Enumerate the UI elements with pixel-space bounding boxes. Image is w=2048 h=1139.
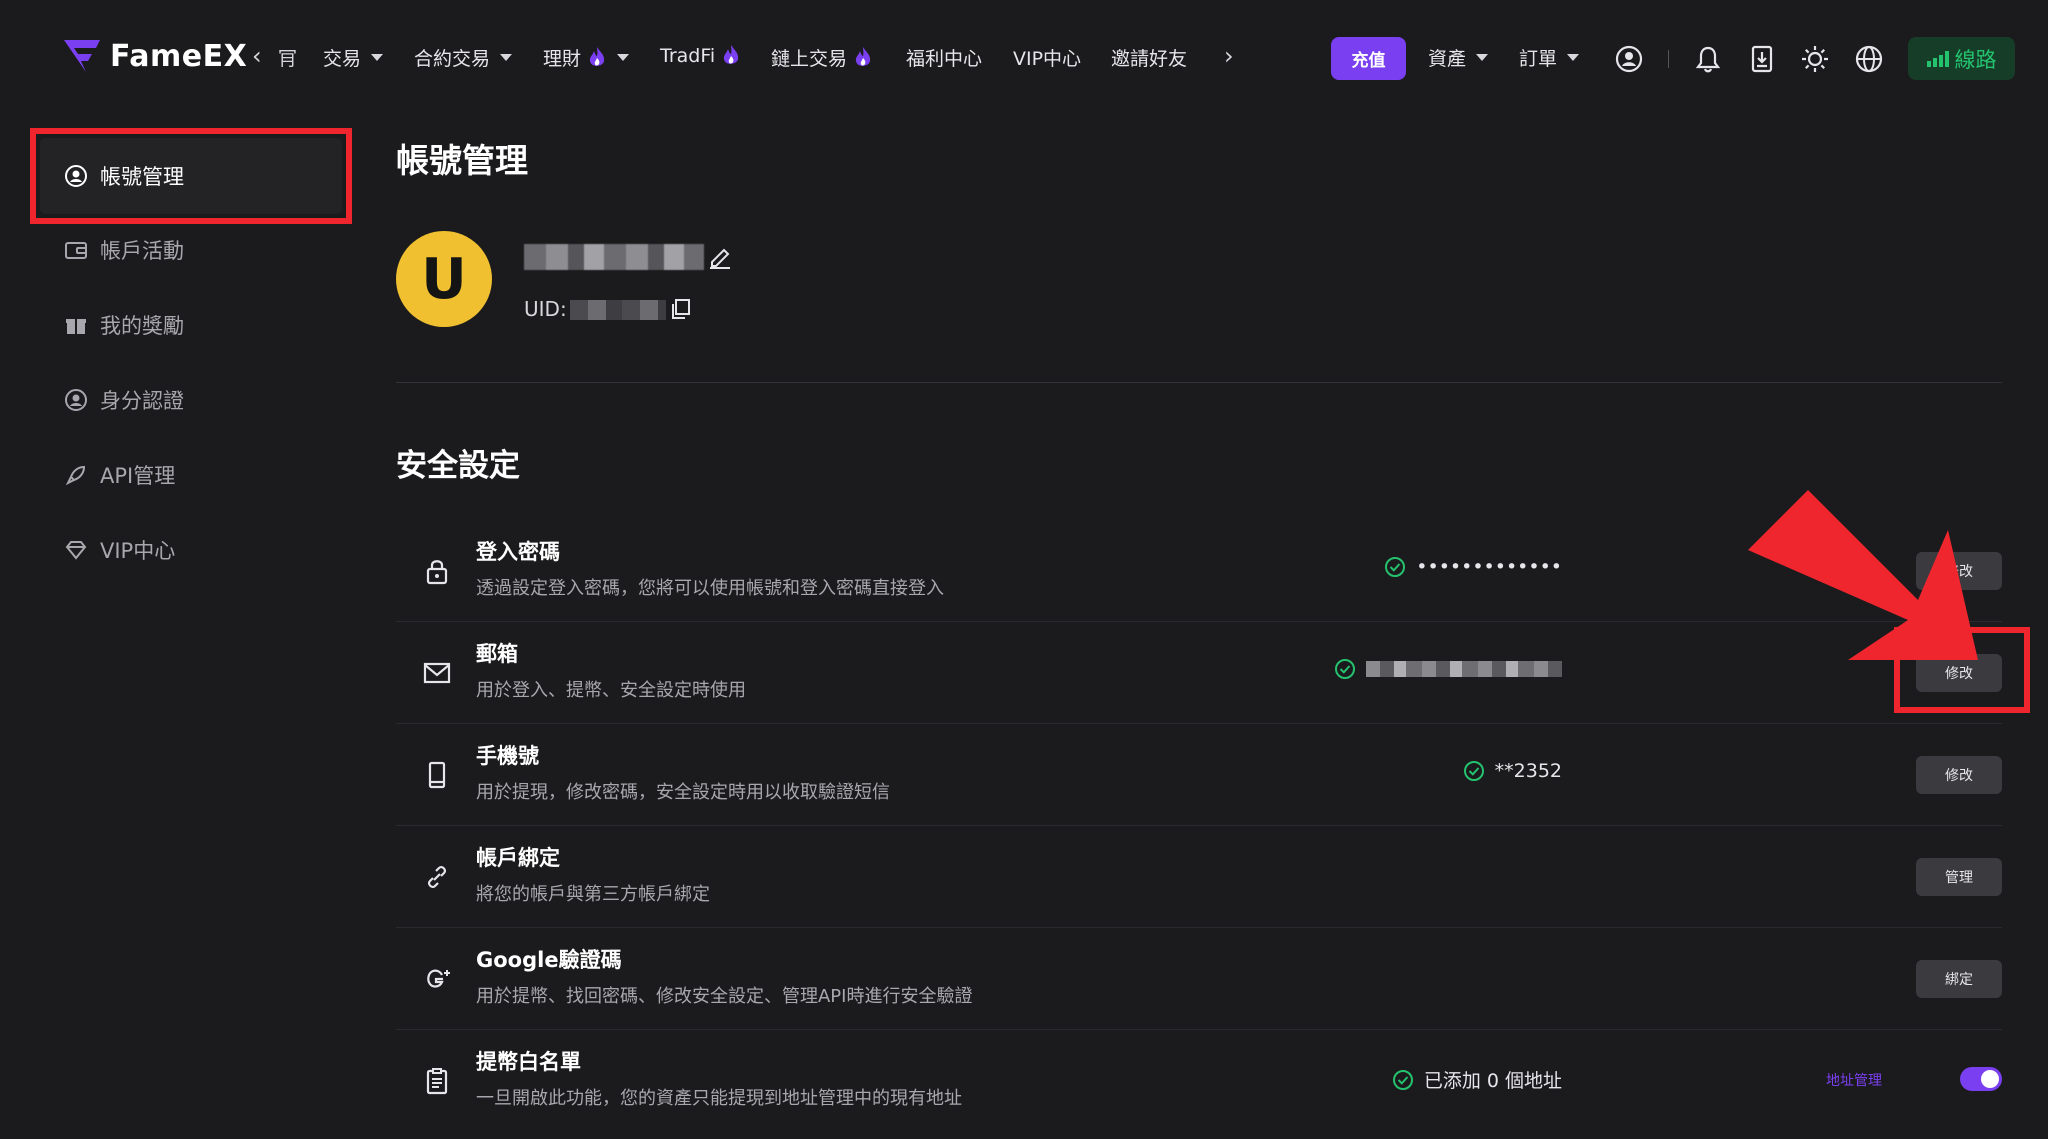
wallet-icon: [65, 242, 87, 259]
row-title: 手機號: [476, 744, 539, 768]
user-circle-icon: [65, 165, 87, 187]
network-line-button[interactable]: 線路: [1908, 37, 2015, 80]
nav-item-futures[interactable]: 合約交易: [414, 44, 513, 71]
nav-item-invite[interactable]: 邀請好友: [1111, 44, 1187, 71]
fameex-logo-icon: [64, 40, 100, 72]
nav-item-trade[interactable]: 交易: [323, 44, 384, 71]
security-section-title: 安全設定: [396, 448, 520, 484]
security-row-phone: 手機號 用於提現，修改密碼，安全設定時用以收取驗證短信 **2352 修改: [396, 724, 2002, 826]
flame-icon: [589, 46, 605, 66]
phone-icon: [428, 761, 446, 789]
email-redacted: [1366, 661, 1562, 677]
address-management-link[interactable]: 地址管理: [1826, 1070, 1882, 1090]
security-row-google-auth: Google驗證碼 用於提幣、找回密碼、修改安全設定、管理API時進行安全驗證 …: [396, 928, 2002, 1030]
modify-password-button[interactable]: 修改: [1916, 552, 2002, 590]
row-title: 提幣白名單: [476, 1050, 581, 1074]
row-title: 帳戶綁定: [476, 846, 560, 870]
row-description: 用於登入、提幣、安全設定時使用: [476, 680, 746, 701]
nav-scroll-right-icon[interactable]: ›: [1224, 42, 1234, 70]
row-description: 一旦開啟此功能，您的資產只能提現到地址管理中的現有地址: [476, 1088, 962, 1109]
avatar: U: [396, 231, 492, 327]
download-icon[interactable]: [1747, 44, 1777, 74]
sun-icon[interactable]: [1800, 44, 1830, 74]
orders-menu[interactable]: 訂單: [1519, 44, 1580, 71]
bind-google-auth-button[interactable]: 綁定: [1916, 960, 2002, 998]
nav-item-tradfi[interactable]: TradFi: [660, 44, 741, 68]
row-title: 郵箱: [476, 642, 518, 666]
caret-down-icon: [1476, 54, 1489, 61]
section-divider: [396, 382, 2002, 383]
nav-item-vip[interactable]: VIP中心: [1013, 44, 1081, 71]
check-circle-icon: [1335, 659, 1355, 679]
caret-down-icon: [617, 54, 630, 61]
check-circle-icon: [1392, 1069, 1413, 1090]
logo[interactable]: FameEX: [62, 38, 247, 74]
copy-icon[interactable]: [670, 298, 692, 320]
caret-down-icon: [1567, 54, 1580, 61]
top-navbar: FameEX ‹ 肎 交易 合約交易 理財 TradFi 鏈上交易 福利中心 V…: [0, 0, 2048, 116]
lock-icon: [426, 560, 448, 585]
security-row-account-binding: 帳戶綁定 將您的帳戶與第三方帳戶綁定 管理: [396, 826, 2002, 928]
modify-phone-button[interactable]: 修改: [1916, 756, 2002, 794]
gift-icon: [66, 319, 86, 334]
nav-divider: [1668, 50, 1669, 68]
row-description: 用於提幣、找回密碼、修改安全設定、管理API時進行安全驗證: [476, 986, 973, 1007]
nav-item-earn[interactable]: 理財: [543, 44, 630, 71]
security-row-email: 郵箱 用於登入、提幣、安全設定時使用 修改: [396, 622, 2002, 724]
uid-redacted: [570, 300, 666, 320]
row-status: 已添加 0 個地址: [1392, 1066, 1562, 1093]
assets-menu[interactable]: 資產: [1428, 44, 1489, 71]
username-redacted: [524, 244, 704, 270]
user-circle-icon[interactable]: [1614, 44, 1644, 74]
row-status: •••••••••••••: [1384, 556, 1562, 578]
id-verify-icon: [65, 389, 87, 411]
nav-item-onchain[interactable]: 鏈上交易: [771, 44, 873, 71]
check-circle-icon: [1463, 761, 1484, 781]
caret-down-icon: [500, 54, 513, 61]
diamond-icon: [65, 541, 87, 560]
row-title: Google驗證碼: [476, 948, 622, 972]
caret-down-icon: [371, 54, 384, 61]
signal-icon: [1926, 50, 1949, 67]
nav-item-rewards-center[interactable]: 福利中心: [906, 44, 982, 71]
sidebar-item-vip[interactable]: VIP中心: [30, 502, 352, 598]
edit-pencil-icon[interactable]: [708, 246, 732, 270]
bell-icon[interactable]: [1693, 44, 1723, 74]
whitelist-toggle[interactable]: [1960, 1067, 2002, 1091]
row-status: [1334, 658, 1562, 680]
flame-icon: [855, 46, 871, 66]
security-row-withdraw-whitelist: 提幣白名單 一旦開啟此功能，您的資產只能提現到地址管理中的現有地址 已添加 0 …: [396, 1030, 2002, 1132]
security-row-login-password: 登入密碼 透過設定登入密碼，您將可以使用帳號和登入密碼直接登入 ••••••••…: [396, 520, 2002, 622]
check-circle-icon: [1385, 557, 1406, 577]
manage-binding-button[interactable]: 管理: [1916, 858, 2002, 896]
uid-label: UID:: [524, 297, 567, 321]
row-description: 將您的帳戶與第三方帳戶綁定: [476, 884, 710, 905]
row-status: **2352: [1463, 760, 1562, 782]
brand-name: FameEX: [110, 38, 248, 74]
link-icon: [428, 866, 446, 888]
flame-icon: [723, 45, 739, 64]
row-description: 透過設定登入密碼，您將可以使用帳號和登入密碼直接登入: [476, 578, 944, 599]
nav-scroll-left-icon[interactable]: ‹: [252, 42, 262, 70]
modify-email-button[interactable]: 修改: [1916, 654, 2002, 692]
deposit-button[interactable]: 充值: [1331, 37, 1406, 80]
row-description: 用於提現，修改密碼，安全設定時用以收取驗證短信: [476, 782, 890, 803]
page-title: 帳號管理: [396, 141, 528, 180]
rocket-icon: [65, 465, 86, 486]
row-title: 登入密碼: [476, 540, 560, 564]
mail-icon: [423, 662, 451, 684]
google-plus-icon: [427, 969, 450, 988]
clipboard-icon: [426, 1068, 448, 1095]
globe-icon[interactable]: [1854, 44, 1884, 74]
nav-item-truncated[interactable]: 肎: [278, 44, 297, 71]
